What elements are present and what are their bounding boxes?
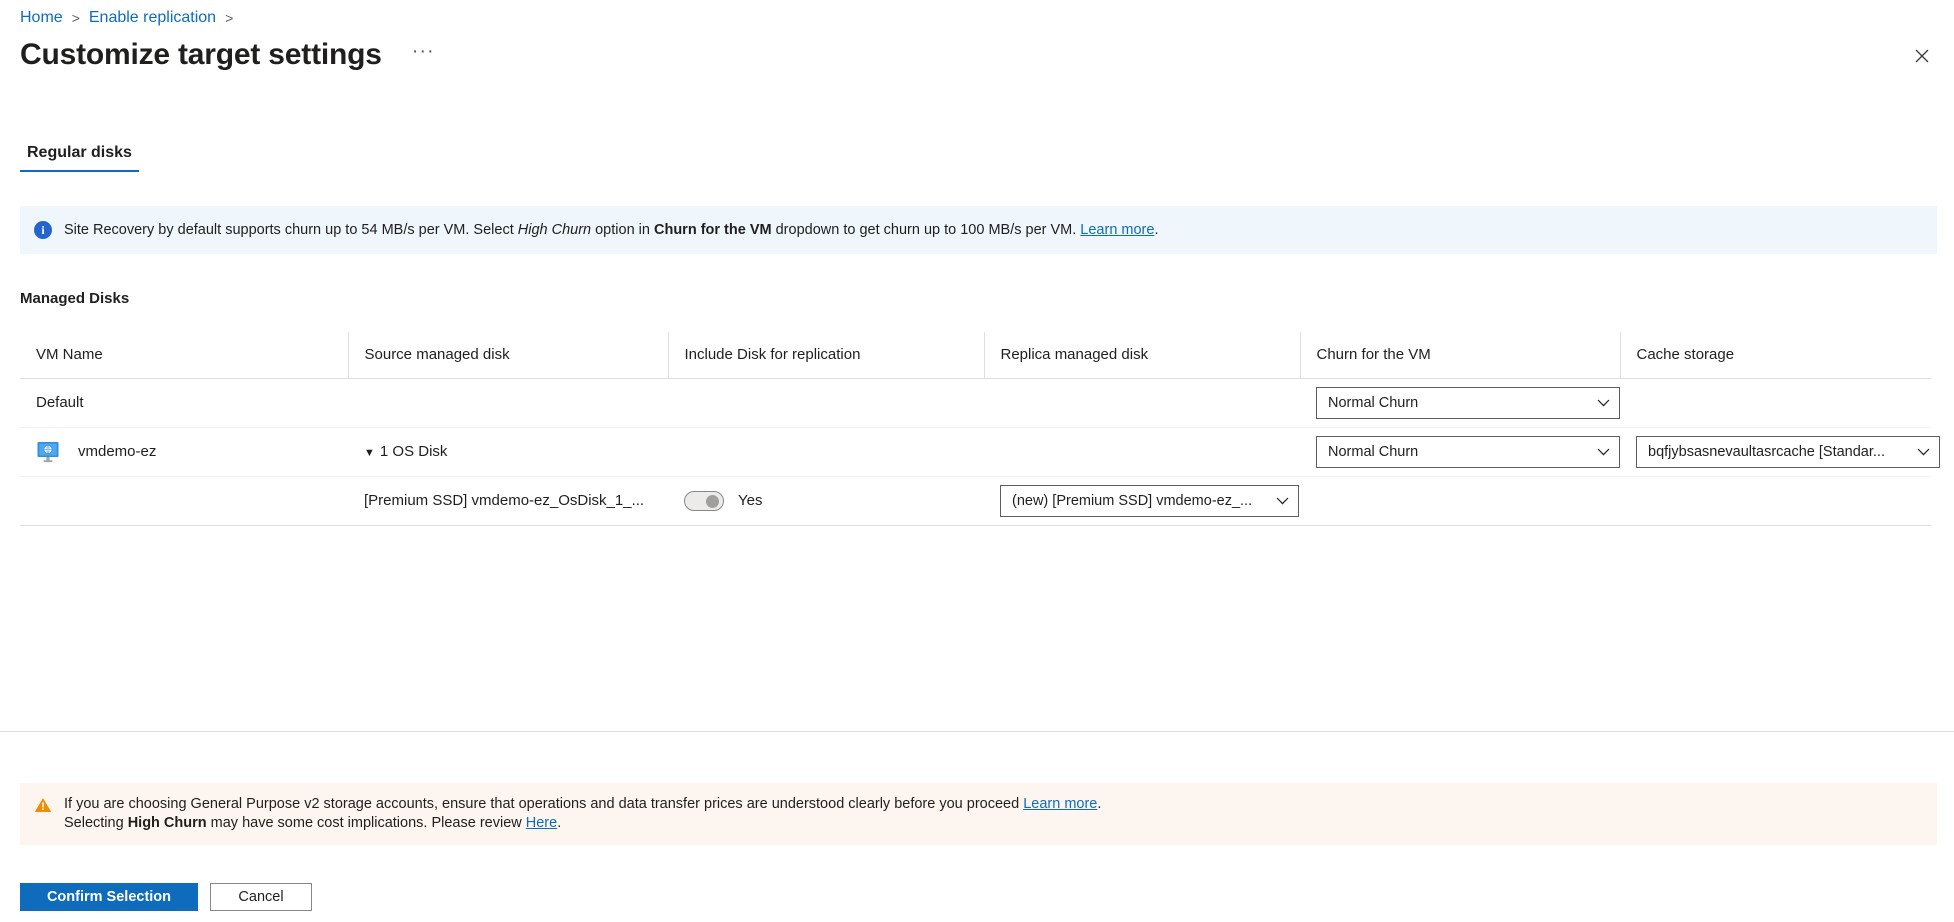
churn-dropdown-default-value: Normal Churn	[1328, 395, 1418, 411]
info-icon: i	[34, 221, 52, 239]
cell-vm-name: Default	[20, 378, 348, 427]
chevron-down-icon	[1276, 497, 1289, 505]
churn-dropdown-vmdemo-ez[interactable]: Normal Churn	[1316, 436, 1620, 468]
breadcrumb-separator-icon: >	[72, 8, 80, 28]
cache-storage-dropdown-value: bqfjybsasnevaultasrcache [Standar...	[1648, 444, 1885, 460]
cell-replica-managed-disk: (new) [Premium SSD] vmdemo-ez_...	[984, 476, 1300, 525]
cache-storage-dropdown[interactable]: bqfjybsasnevaultasrcache [Standar...	[1636, 436, 1940, 468]
column-header-vm-name[interactable]: VM Name	[20, 332, 348, 378]
cell-source-managed-disk[interactable]: ▼ 1 OS Disk	[348, 427, 668, 476]
more-options-button[interactable]: ···	[406, 42, 441, 60]
column-header-replica-managed-disk[interactable]: Replica managed disk	[984, 332, 1300, 378]
warning-icon	[34, 797, 52, 813]
close-button[interactable]	[1904, 38, 1940, 74]
footer-divider	[0, 731, 1954, 732]
cell-churn	[1300, 476, 1620, 525]
virtual-machine-icon	[36, 441, 60, 463]
info-text-part-1: Site Recovery by default supports churn …	[64, 222, 518, 238]
table-header-row: VM Name Source managed disk Include Disk…	[20, 332, 1931, 378]
info-text-churn-for-the-vm: Churn for the VM	[654, 222, 772, 238]
cell-include-disk	[668, 378, 984, 427]
warning-banner-text: If you are choosing General Purpose v2 s…	[64, 795, 1101, 833]
chevron-down-icon	[1917, 448, 1930, 456]
info-text-part-2: option in	[591, 222, 654, 238]
churn-dropdown-vmdemo-ez-value: Normal Churn	[1328, 444, 1418, 460]
section-title-managed-disks: Managed Disks	[20, 290, 129, 307]
cell-churn: Normal Churn	[1300, 378, 1620, 427]
blade-customize-target-settings: Home > Enable replication > Customize ta…	[0, 0, 1954, 922]
cell-vm-name-label: vmdemo-ez	[78, 443, 156, 460]
column-header-cache-storage[interactable]: Cache storage	[1620, 332, 1931, 378]
cell-replica-managed-disk	[984, 427, 1300, 476]
table-row: Default Normal Churn	[20, 378, 1931, 427]
warning-line-2-part-3: .	[557, 815, 561, 831]
column-header-churn-for-the-vm[interactable]: Churn for the VM	[1300, 332, 1620, 378]
info-text-high-churn: High Churn	[518, 222, 591, 238]
managed-disks-table: VM Name Source managed disk Include Disk…	[20, 332, 1931, 526]
column-header-include-disk-for-replication[interactable]: Include Disk for replication	[668, 332, 984, 378]
warning-line-1-part-2: .	[1097, 796, 1101, 812]
warning-line-2-part-2: may have some cost implications. Please …	[207, 815, 526, 831]
breadcrumb-item-enable-replication[interactable]: Enable replication	[89, 8, 216, 28]
cell-vm-name: vmdemo-ez	[20, 427, 348, 476]
title-row: Customize target settings ···	[20, 36, 1934, 74]
warning-banner: If you are choosing General Purpose v2 s…	[20, 783, 1937, 845]
include-disk-toggle-label: Yes	[738, 492, 762, 509]
breadcrumb-item-home[interactable]: Home	[20, 8, 63, 28]
breadcrumb: Home > Enable replication >	[20, 8, 233, 28]
cell-vm-name	[20, 476, 348, 525]
warning-line-2-high-churn: High Churn	[128, 815, 207, 831]
cancel-button[interactable]: Cancel	[210, 883, 312, 911]
cell-cache-storage: bqfjybsasnevaultasrcache [Standar...	[1620, 427, 1931, 476]
warning-line-1-part-1: If you are choosing General Purpose v2 s…	[64, 796, 1023, 812]
footer-button-row: Confirm Selection Cancel	[20, 883, 312, 911]
tab-regular-disks[interactable]: Regular disks	[20, 140, 139, 172]
tab-list: Regular disks	[20, 140, 139, 172]
replica-managed-disk-dropdown[interactable]: (new) [Premium SSD] vmdemo-ez_...	[1000, 485, 1299, 517]
warning-line-1: If you are choosing General Purpose v2 s…	[64, 795, 1101, 814]
table-row: vmdemo-ez ▼ 1 OS Disk Normal Churn	[20, 427, 1931, 476]
warning-line-2: Selecting High Churn may have some cost …	[64, 814, 1101, 833]
warning-here-link[interactable]: Here	[526, 815, 557, 831]
info-text-part-4: .	[1154, 222, 1158, 238]
table-row: [Premium SSD] vmdemo-ez_OsDisk_1_... Yes…	[20, 476, 1931, 525]
churn-dropdown-default[interactable]: Normal Churn	[1316, 387, 1620, 419]
cell-source-managed-disk	[348, 378, 668, 427]
cell-cache-storage	[1620, 476, 1931, 525]
info-text-part-3: dropdown to get churn up to 100 MB/s per…	[772, 222, 1081, 238]
cell-source-disk-label: 1 OS Disk	[380, 443, 448, 460]
cell-include-disk	[668, 427, 984, 476]
chevron-down-icon	[1597, 448, 1610, 456]
close-icon	[1915, 49, 1929, 63]
warning-line-2-part-1: Selecting	[64, 815, 128, 831]
chevron-down-icon	[1597, 399, 1610, 407]
info-banner: i Site Recovery by default supports chur…	[20, 206, 1937, 254]
replica-managed-disk-dropdown-value: (new) [Premium SSD] vmdemo-ez_...	[1012, 493, 1252, 509]
include-disk-toggle[interactable]	[684, 491, 724, 511]
confirm-selection-button[interactable]: Confirm Selection	[20, 883, 198, 911]
cell-source-managed-disk: [Premium SSD] vmdemo-ez_OsDisk_1_...	[348, 476, 668, 525]
cell-cache-storage	[1620, 378, 1931, 427]
cell-churn: Normal Churn	[1300, 427, 1620, 476]
toggle-knob	[706, 495, 719, 508]
info-banner-text: Site Recovery by default supports churn …	[64, 220, 1158, 240]
page-title: Customize target settings	[20, 36, 382, 74]
tab-label: Regular disks	[27, 144, 132, 161]
breadcrumb-separator-icon: >	[225, 8, 233, 28]
cell-replica-managed-disk	[984, 378, 1300, 427]
info-learn-more-link[interactable]: Learn more	[1080, 222, 1154, 238]
cell-include-disk: Yes	[668, 476, 984, 525]
column-header-source-managed-disk[interactable]: Source managed disk	[348, 332, 668, 378]
expand-caret-icon[interactable]: ▼	[364, 447, 375, 459]
warning-learn-more-link[interactable]: Learn more	[1023, 796, 1097, 812]
